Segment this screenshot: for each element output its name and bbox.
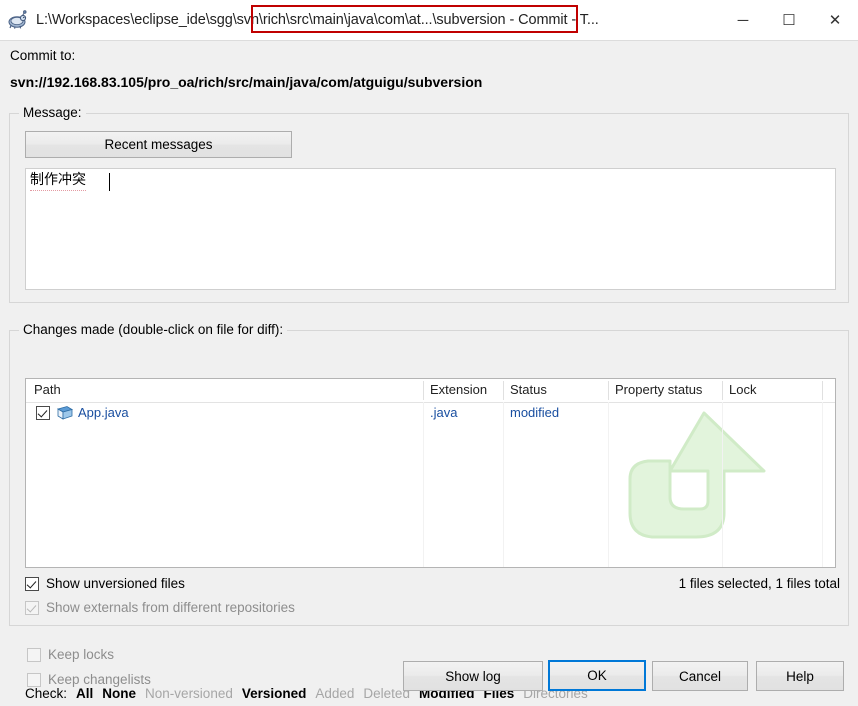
recent-messages-button[interactable]: Recent messages — [25, 131, 292, 158]
check-label: Check: — [25, 685, 68, 701]
show-unversioned-files-checkbox[interactable]: Show unversioned files — [25, 576, 185, 591]
maximize-icon[interactable]: ☐ — [766, 0, 812, 40]
changes-group-legend: Changes made (double-click on file for d… — [19, 322, 288, 337]
column-rule — [423, 402, 424, 567]
column-header-lock[interactable]: Lock — [729, 382, 756, 397]
ok-button[interactable]: OK — [548, 660, 646, 691]
show-externals-checkbox: Show externals from different repositori… — [25, 600, 295, 615]
title-highlighted-path: \svn\rich\src\main\java\com\at...\subver… — [232, 12, 506, 28]
commit-message-input[interactable]: 制作冲突 — [25, 168, 836, 290]
column-rule — [722, 402, 723, 567]
column-rule — [503, 402, 504, 567]
checkbox-box — [27, 672, 41, 687]
help-button[interactable]: Help — [756, 661, 844, 691]
show-externals-label: Show externals from different repositori… — [46, 600, 295, 615]
list-header: Path Extension Status Property status Lo… — [26, 379, 835, 403]
changes-group: Changes made (double-click on file for d… — [9, 322, 849, 701]
column-header-extension[interactable]: Extension — [430, 382, 487, 397]
column-divider[interactable] — [822, 381, 823, 400]
java-file-icon — [56, 405, 74, 421]
check-link-versioned[interactable]: Versioned — [242, 686, 307, 701]
column-divider[interactable] — [503, 381, 504, 400]
keep-locks-label: Keep locks — [48, 647, 115, 662]
keep-changelists-checkbox: Keep changelists — [27, 672, 151, 687]
column-header-property-status[interactable]: Property status — [615, 382, 702, 397]
column-rule — [608, 402, 609, 567]
commit-to-url: svn://192.168.83.105/pro_oa/rich/src/mai… — [10, 74, 483, 90]
files-count-status: 1 files selected, 1 files total — [678, 576, 840, 591]
cancel-button[interactable]: Cancel — [652, 661, 748, 691]
minimize-icon[interactable]: ─ — [720, 0, 766, 40]
keep-locks-checkbox: Keep locks — [27, 647, 114, 662]
titlebar-divider — [0, 40, 858, 41]
window-titlebar: L:\Workspaces\eclipse_ide\sgg\svn\rich\s… — [0, 0, 858, 40]
checkbox-box — [25, 600, 39, 615]
cell-path: App.java — [78, 405, 129, 420]
check-link-all[interactable]: All — [76, 686, 93, 701]
close-icon[interactable]: ✕ — [812, 0, 858, 40]
check-link-none[interactable]: None — [102, 686, 136, 701]
show-log-button[interactable]: Show log — [403, 661, 543, 691]
column-rule — [822, 402, 823, 567]
text-caret — [109, 173, 110, 191]
check-link-non-versioned: Non-versioned — [145, 685, 233, 701]
changes-file-list[interactable]: Path Extension Status Property status Lo… — [25, 378, 836, 568]
column-header-path[interactable]: Path — [34, 382, 61, 397]
row-checkbox[interactable] — [36, 406, 50, 420]
table-row[interactable]: App.java .java modified — [26, 403, 835, 425]
message-group-legend: Message: — [19, 105, 86, 120]
check-link-added: Added — [315, 685, 355, 701]
window-controls: ─ ☐ ✕ — [720, 0, 858, 40]
title-prefix: L:\Workspaces\eclipse_ide\sgg — [36, 12, 233, 28]
commit-to-label: Commit to: — [10, 48, 76, 63]
checkbox-box — [27, 647, 41, 662]
message-group: Message: Recent messages 制作冲突 — [9, 105, 849, 303]
cell-status: modified — [510, 405, 560, 420]
column-divider[interactable] — [722, 381, 723, 400]
column-header-status[interactable]: Status — [510, 382, 547, 397]
column-divider[interactable] — [423, 381, 424, 400]
tortoise-svn-icon — [7, 9, 29, 31]
commit-arrow-watermark — [596, 405, 806, 565]
commit-message-text: 制作冲突 — [30, 172, 86, 191]
cell-extension: .java — [430, 405, 458, 420]
title-suffix: - Commit - T... — [505, 12, 599, 28]
checkbox-box — [25, 576, 39, 591]
column-divider[interactable] — [608, 381, 609, 400]
window-title: L:\Workspaces\eclipse_ide\sgg\svn\rich\s… — [36, 12, 599, 28]
keep-changelists-label: Keep changelists — [48, 672, 151, 687]
show-unversioned-files-label: Show unversioned files — [46, 576, 185, 591]
